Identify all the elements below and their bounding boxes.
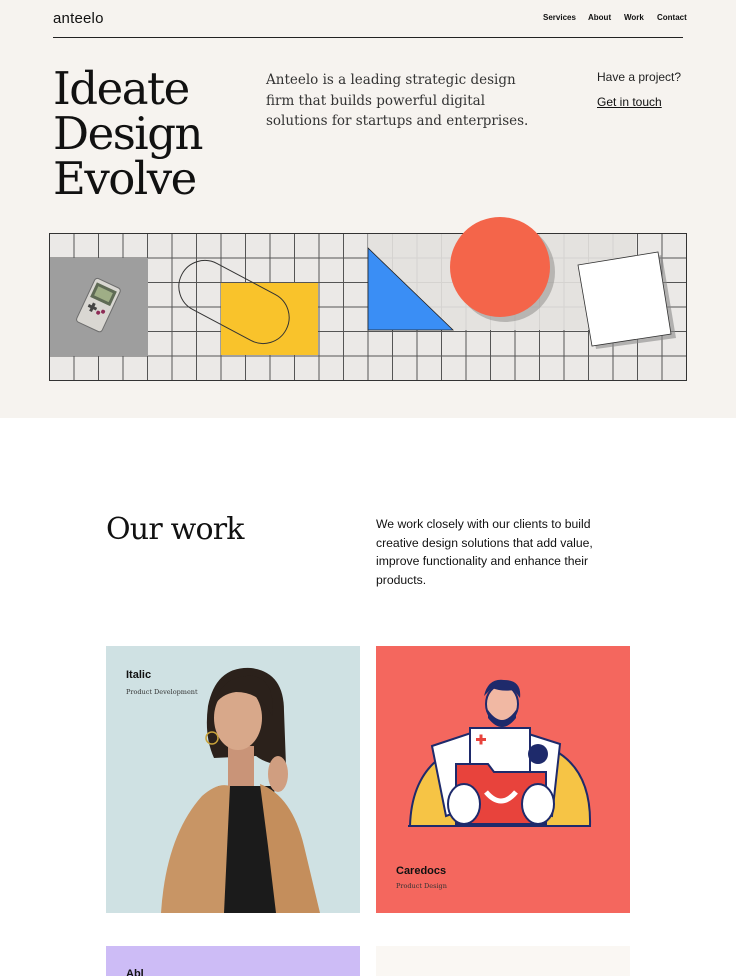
section-description: We work closely with our clients to buil… (376, 517, 593, 588)
cta-prompt: Have a project? (597, 70, 682, 84)
nav-link-services[interactable]: Services (543, 13, 576, 22)
project-title: Caredocs (396, 865, 447, 877)
project-card-italic[interactable]: Italic Product Development (106, 646, 360, 913)
project-card-abl[interactable]: Abl (106, 946, 360, 976)
get-in-touch-link[interactable]: Get in touch (597, 95, 662, 109)
hero-title-line: Ideate (53, 62, 190, 115)
nav-link-work[interactable]: Work (624, 13, 644, 22)
project-title: Italic (126, 669, 152, 681)
project-card-4[interactable] (376, 946, 630, 976)
hero-description: Anteelo is a leading strategic design fi… (266, 72, 529, 129)
nav-link-contact[interactable]: Contact (657, 13, 687, 22)
nav-link-about[interactable]: About (588, 13, 611, 22)
hero-shapes (178, 217, 676, 355)
section-title: Our work (106, 512, 244, 547)
logo[interactable]: anteelo (53, 10, 104, 27)
project-subtitle: Product Development (126, 688, 198, 696)
header-divider (53, 37, 683, 38)
white-square-shape (577, 251, 672, 347)
project-subtitle: Product Design (396, 882, 447, 890)
yellow-rect-shape (221, 283, 318, 355)
project-card-caredocs[interactable]: Caredocs Product Design (376, 646, 630, 913)
hero-title: Ideate Design Evolve (53, 62, 203, 205)
coral-circle-shape (450, 217, 550, 317)
woman-portrait-image (161, 667, 320, 913)
hero-title-line: Evolve (53, 152, 197, 205)
project-title: Abl (126, 968, 144, 976)
hero-title-line: Design (53, 107, 203, 160)
